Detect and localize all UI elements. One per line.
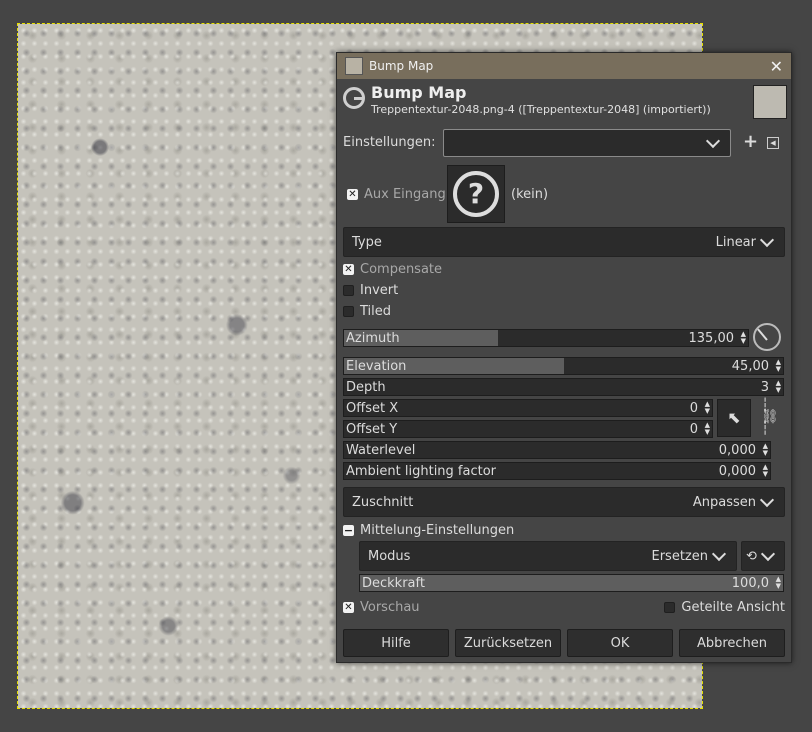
aux-row: ✕ Aux Eingang ? (kein) — [343, 165, 785, 225]
type-label: Type — [352, 234, 382, 250]
blending-expander[interactable]: − Mittelung-Einstellungen — [343, 523, 785, 538]
checkbox-unchecked-icon — [343, 285, 354, 296]
reset-button[interactable]: Zurücksetzen — [455, 629, 561, 657]
invert-label: Invert — [360, 283, 399, 298]
chevron-down-icon — [759, 492, 775, 508]
menu-arrow-icon[interactable]: ◀ — [767, 137, 779, 149]
clip-combo[interactable]: Zuschnitt Anpassen — [343, 487, 785, 517]
checkbox-checked-icon: ✕ — [343, 264, 354, 275]
gimp-logo-icon — [343, 87, 365, 109]
dialog-header: Bump Map Treppentextur-2048.png-4 ([Trep… — [337, 79, 791, 121]
ambient-value: 0,000 — [718, 464, 756, 479]
chevron-down-icon — [759, 232, 775, 248]
offset-y-spinscale[interactable]: Offset Y 0 ▲ ▼ — [343, 420, 713, 438]
elevation-value: 45,00 — [731, 359, 769, 374]
offset-x-label: Offset X — [346, 401, 399, 416]
elevation-label: Elevation — [346, 359, 407, 374]
depth-spinscale[interactable]: Depth 3 ▲ ▼ — [343, 378, 784, 396]
clip-value: Anpassen — [692, 494, 756, 510]
aux-input-button[interactable]: ? — [447, 165, 505, 223]
blending-section-label: Mittelung-Einstellungen — [360, 523, 515, 538]
azimuth-label: Azimuth — [346, 331, 400, 346]
help-question-icon: ? — [453, 171, 499, 217]
spin-arrows-icon[interactable]: ▲ ▼ — [763, 464, 768, 478]
checkbox-unchecked-icon — [664, 602, 676, 613]
ambient-spinscale[interactable]: Ambient lighting factor 0,000 ▲ ▼ — [343, 462, 771, 480]
ok-button[interactable]: OK — [567, 629, 673, 657]
compensate-label: Compensate — [360, 262, 443, 277]
offset-y-label: Offset Y — [346, 422, 398, 437]
depth-value: 3 — [760, 380, 769, 395]
checkbox-unchecked-icon — [343, 306, 354, 317]
spin-arrows-icon[interactable]: ▲ ▼ — [741, 331, 746, 345]
spin-arrows-icon[interactable]: ▲ ▼ — [763, 443, 768, 457]
mode-value: Ersetzen — [651, 548, 709, 564]
offset-y-value: 0 — [689, 422, 698, 437]
title-bar: Bump Map ✕ — [337, 53, 791, 79]
help-button[interactable]: Hilfe — [343, 629, 449, 657]
waterlevel-spinscale[interactable]: Waterlevel 0,000 ▲ ▼ — [343, 441, 771, 459]
chain-link-icon[interactable]: ┆ ⛓ ┆ — [761, 399, 779, 435]
checkbox-checked-icon: ✕ — [347, 189, 358, 200]
spin-arrows-icon[interactable]: ▲ ▼ — [705, 401, 710, 415]
mode-combo[interactable]: Modus Ersetzen — [359, 541, 737, 571]
window-title: Bump Map — [369, 59, 434, 73]
clip-label: Zuschnitt — [352, 494, 414, 510]
window-icon — [345, 57, 363, 75]
aux-checkbox[interactable]: ✕ Aux Eingang — [347, 187, 446, 202]
layer-thumbnail — [753, 85, 787, 119]
chevron-down-icon — [705, 133, 721, 149]
pointer-icon[interactable]: ⬉ — [717, 399, 751, 437]
waterlevel-value: 0,000 — [718, 443, 756, 458]
aux-label: Aux Eingang — [364, 187, 446, 202]
split-view-checkbox[interactable]: Geteilte Ansicht — [664, 600, 785, 615]
header-subtitle: Treppentextur-2048.png-4 ([Treppentextur… — [371, 103, 711, 116]
azimuth-spinscale[interactable]: Azimuth 135,00 ▲ ▼ — [343, 329, 749, 347]
settings-combo[interactable] — [443, 129, 731, 157]
type-combo[interactable]: Type Linear — [343, 227, 785, 257]
depth-label: Depth — [346, 380, 386, 395]
invert-checkbox[interactable]: Invert — [343, 283, 785, 298]
spin-arrows-icon[interactable]: ▲ ▼ — [776, 359, 781, 373]
ambient-label: Ambient lighting factor — [346, 464, 497, 479]
opacity-spinscale[interactable]: Deckkraft 100,0 ▲ ▼ — [359, 574, 784, 592]
type-value: Linear — [715, 234, 756, 250]
mode-reset-combo[interactable]: ⟲ — [741, 541, 785, 571]
opacity-label: Deckkraft — [362, 576, 425, 591]
tiled-label: Tiled — [360, 304, 392, 319]
tiled-checkbox[interactable]: Tiled — [343, 304, 785, 319]
azimuth-value: 135,00 — [688, 331, 735, 346]
spin-arrows-icon[interactable]: ▲ ▼ — [776, 380, 781, 394]
settings-row: Einstellungen: + ◀ — [343, 129, 785, 157]
compensate-checkbox[interactable]: ✕ Compensate — [343, 262, 785, 277]
mode-label: Modus — [368, 548, 411, 564]
close-icon[interactable]: ✕ — [770, 57, 783, 76]
aux-value: (kein) — [511, 187, 549, 202]
spin-arrows-icon[interactable]: ▲ ▼ — [705, 422, 710, 436]
chevron-down-icon — [711, 546, 727, 562]
collapse-icon: − — [343, 524, 354, 537]
preview-label: Vorschau — [360, 600, 420, 615]
bump-map-dialog: Bump Map ✕ Bump Map Treppentextur-2048.p… — [336, 52, 792, 663]
waterlevel-label: Waterlevel — [346, 443, 416, 458]
split-view-label: Geteilte Ansicht — [681, 600, 785, 615]
chevron-down-icon — [760, 546, 775, 562]
reset-icon: ⟲ — [746, 548, 757, 564]
offset-x-value: 0 — [689, 401, 698, 416]
add-preset-icon[interactable]: + — [743, 131, 758, 152]
elevation-spinscale[interactable]: Elevation 45,00 ▲ ▼ — [343, 357, 784, 375]
opacity-value: 100,0 — [731, 576, 769, 591]
spin-arrows-icon[interactable]: ▲ ▼ — [776, 576, 781, 590]
header-title: Bump Map — [371, 83, 467, 102]
cancel-button[interactable]: Abbrechen — [679, 629, 785, 657]
offset-x-spinscale[interactable]: Offset X 0 ▲ ▼ — [343, 399, 713, 417]
checkbox-checked-icon: ✕ — [343, 602, 354, 613]
settings-label: Einstellungen: — [343, 135, 436, 150]
dial-icon[interactable] — [753, 323, 781, 351]
